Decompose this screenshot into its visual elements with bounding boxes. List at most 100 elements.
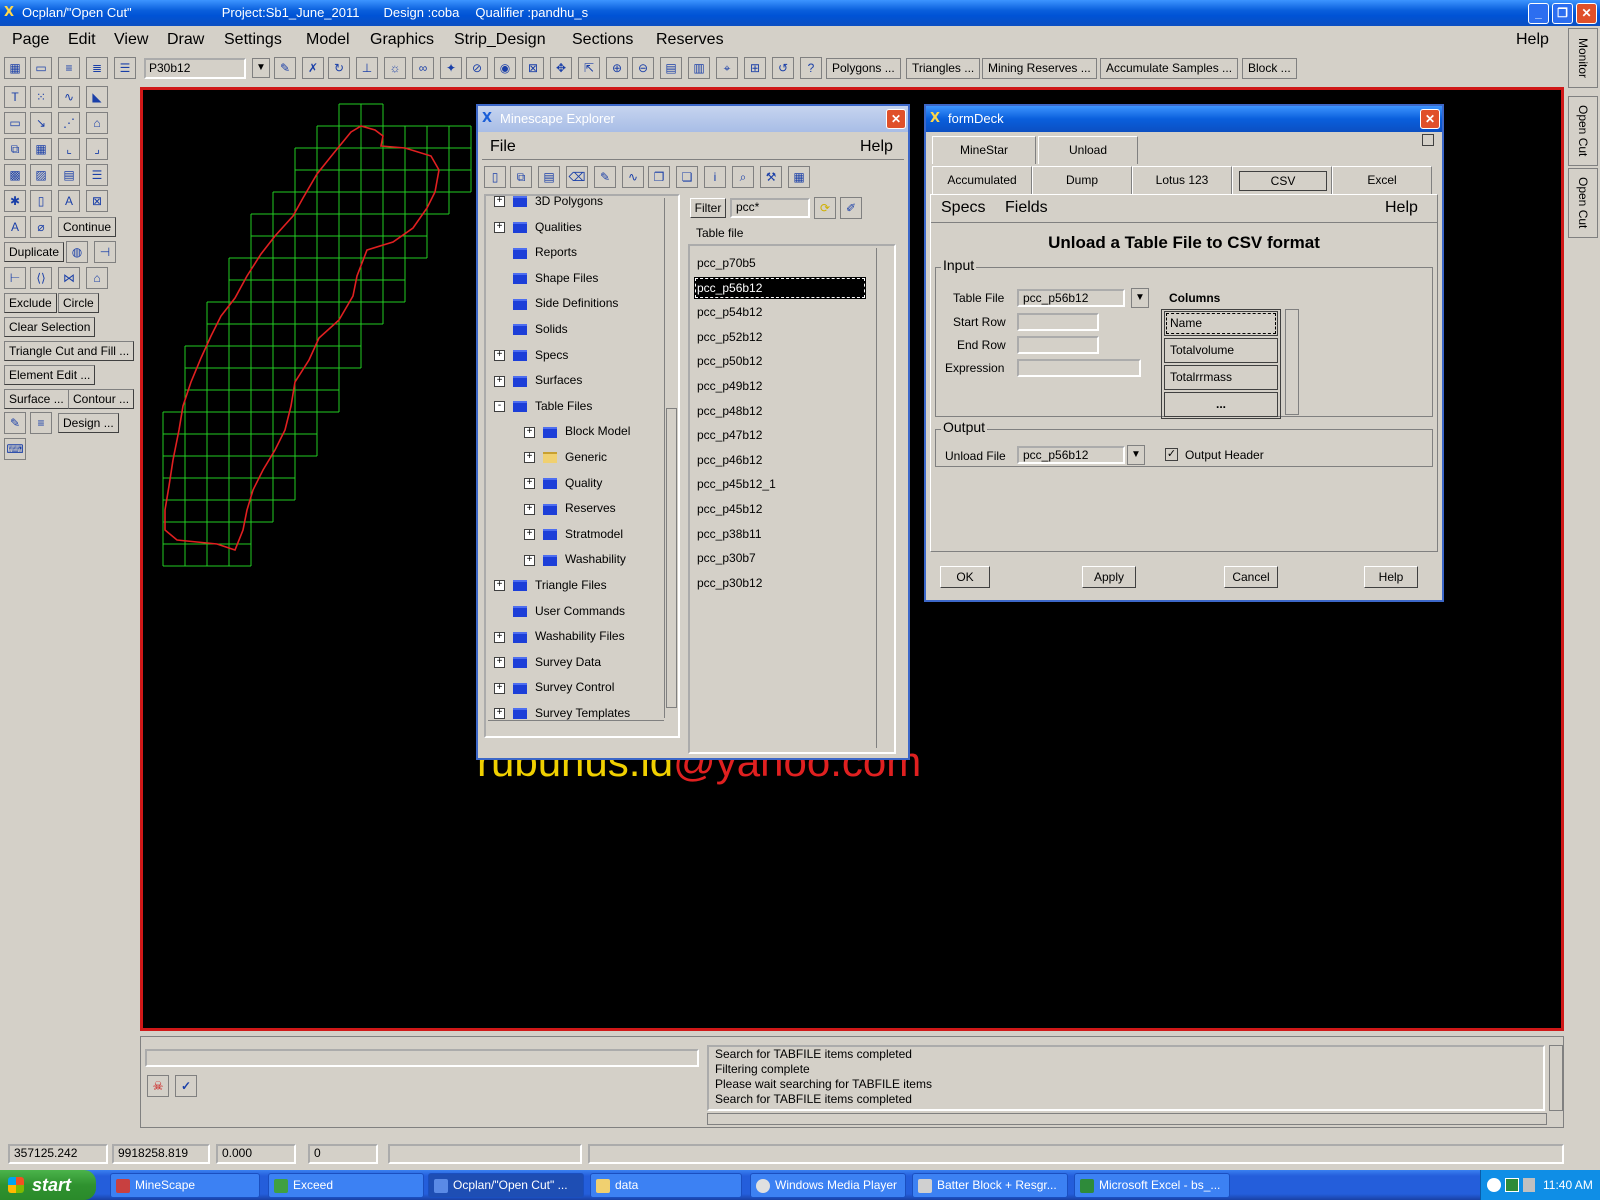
tree-item[interactable]: + Survey Control	[494, 680, 614, 694]
house-tool-icon[interactable]: ⌂	[86, 267, 108, 289]
layer-combo-dropdown-icon[interactable]: ▼	[252, 58, 270, 78]
columns-list[interactable]: Name Totalvolume Totalrrmass ...	[1161, 309, 1281, 419]
filter-button[interactable]: Filter	[690, 198, 726, 218]
tree-item[interactable]: + Survey Data	[494, 655, 601, 669]
explorer-tree[interactable]: +3D Polygons + Qualities Reports Shape Files…	[484, 194, 680, 738]
chart-file-icon[interactable]: ∿	[622, 166, 644, 188]
new-file-icon[interactable]: ▯	[484, 166, 506, 188]
table-file-input[interactable]: pcc_p56b12	[1017, 289, 1125, 307]
trim-tool-icon[interactable]: ⊢	[4, 267, 26, 289]
menu-view[interactable]: View	[114, 31, 148, 49]
table-file-item[interactable]: pcc_p45b12_1	[694, 473, 866, 495]
fill-tool-icon[interactable]: ◣	[86, 86, 108, 108]
exclude-button[interactable]: Exclude	[4, 293, 57, 313]
tree-item[interactable]: Reports	[494, 245, 577, 259]
pattern-tool-icon[interactable]: ▨	[30, 164, 52, 186]
tree-expander-icon[interactable]: +	[494, 708, 505, 720]
minimize-button[interactable]: _	[1528, 3, 1549, 24]
tree-expander-icon[interactable]: +	[524, 426, 535, 438]
open-folder-icon[interactable]: ▭	[30, 57, 52, 79]
font-tool-icon[interactable]: A	[58, 190, 80, 212]
circle-button[interactable]: Circle	[58, 293, 99, 313]
triangles-button[interactable]: Triangles ...	[906, 58, 981, 79]
layer-list-icon[interactable]: ☰	[114, 57, 136, 79]
tree-expander-icon[interactable]: +	[494, 682, 505, 694]
split-tool-icon[interactable]: ⊣	[94, 241, 116, 263]
explorer-close-button[interactable]: ✕	[886, 109, 906, 129]
continue-button[interactable]: Continue	[58, 217, 117, 237]
surface-button[interactable]: Surface ...	[4, 389, 69, 409]
corner2-tool-icon[interactable]: ⌟	[86, 138, 108, 160]
tree-item[interactable]: Solids	[494, 322, 568, 336]
side-tab-monitor[interactable]: Monitor	[1568, 28, 1598, 88]
tree-expander-icon[interactable]: +	[494, 580, 505, 592]
table-file-item[interactable]: pcc_p52b12	[694, 326, 866, 348]
tree-expander-icon[interactable]: +	[524, 529, 535, 541]
eye-icon[interactable]: ◉	[494, 57, 516, 79]
tree-expander-icon[interactable]: +	[494, 375, 505, 387]
tree-item[interactable]: Side Definitions	[494, 296, 618, 310]
triangle-cut-fill-button[interactable]: Triangle Cut and Fill ...	[4, 341, 135, 361]
zoom-out-icon[interactable]: ⊖	[632, 57, 654, 79]
tree-vertical-scrollbar[interactable]	[664, 198, 678, 718]
mining-reserves-button[interactable]: Mining Reserves ...	[982, 58, 1097, 79]
apply-filter-icon[interactable]: ⟳	[814, 197, 836, 219]
explorer-menu-file[interactable]: File	[490, 138, 516, 156]
globe-tool-icon[interactable]: ◍	[66, 241, 88, 263]
tree-expander-icon[interactable]: +	[494, 196, 505, 208]
fit-icon[interactable]: ⊠	[522, 57, 544, 79]
side-tab-open-cut-2[interactable]: Open Cut	[1568, 168, 1598, 238]
formdeck-pin-icon[interactable]	[1422, 134, 1434, 146]
table-tool-icon[interactable]: ▤	[58, 164, 80, 186]
measure-icon[interactable]: ⌖	[716, 57, 738, 79]
task-microsoft-excel[interactable]: Microsoft Excel - bs_...	[1074, 1173, 1230, 1198]
table-file-item[interactable]: pcc_p50b12	[694, 350, 866, 372]
task-data-folder[interactable]: data	[590, 1173, 742, 1198]
erase-icon[interactable]: ✗	[302, 57, 324, 79]
output-header-checkbox[interactable]: ✓	[1165, 448, 1178, 461]
file-list-scrollbar[interactable]	[876, 248, 890, 748]
duplicate-button[interactable]: Duplicate	[4, 242, 65, 262]
expression-input[interactable]	[1017, 359, 1141, 377]
contour-button[interactable]: Contour ...	[68, 389, 135, 409]
menu-settings[interactable]: Settings	[224, 31, 282, 49]
table-file-item[interactable]: pcc_p48b12	[694, 400, 866, 422]
hide-icon[interactable]: ⊘	[466, 57, 488, 79]
lines-tool-icon[interactable]: ☰	[86, 164, 108, 186]
menu-edit[interactable]: Edit	[68, 31, 96, 49]
element-edit-button[interactable]: Element Edit ...	[4, 365, 96, 385]
column-item[interactable]: Name	[1164, 311, 1278, 336]
block-button[interactable]: Block ...	[1242, 58, 1297, 79]
palette-tool-icon[interactable]: ✎	[4, 412, 26, 434]
network-icon[interactable]	[1487, 1178, 1501, 1192]
sub-menu-help[interactable]: Help	[1385, 199, 1418, 217]
edit-file-icon[interactable]: ✎	[594, 166, 616, 188]
table-file-item[interactable]: pcc_p38b11	[694, 523, 866, 545]
find-icon[interactable]: ⌕	[732, 166, 754, 188]
columns-scrollbar[interactable]	[1285, 309, 1299, 415]
tree-expander-icon[interactable]: +	[524, 554, 535, 566]
tree-expander-icon[interactable]: +	[494, 631, 505, 643]
glasses-icon[interactable]: ∞	[412, 57, 434, 79]
light-icon[interactable]: ☼	[384, 57, 406, 79]
brush-tool-icon[interactable]: ⌀	[30, 216, 52, 238]
points-tool-icon[interactable]: ⁙	[30, 86, 52, 108]
grid-tool-icon[interactable]: ▦	[30, 138, 52, 160]
delete-file-icon[interactable]: ⌫	[566, 166, 588, 188]
layers-red-icon[interactable]: ≣	[86, 57, 108, 79]
tree-item[interactable]: + Washability Files	[494, 629, 625, 643]
tree-expander-icon[interactable]: +	[494, 349, 505, 361]
map-icon[interactable]: ▦	[4, 57, 26, 79]
star-tool-icon[interactable]: ✱	[4, 190, 26, 212]
task-batter-block[interactable]: Batter Block + Resgr...	[912, 1173, 1068, 1198]
volume-icon[interactable]	[1523, 1178, 1535, 1192]
help-button[interactable]: Help	[1364, 566, 1418, 588]
tab-lotus-123[interactable]: Lotus 123	[1132, 166, 1232, 194]
accumulate-samples-button[interactable]: Accumulate Samples ...	[1100, 58, 1239, 79]
tree-expander-icon[interactable]: +	[524, 477, 535, 489]
tree-horizontal-scrollbar[interactable]	[488, 720, 664, 734]
pencil-icon[interactable]: ✎	[274, 57, 296, 79]
table-file-dropdown-icon[interactable]: ▼	[1131, 288, 1149, 308]
apply-button[interactable]: Apply	[1082, 566, 1136, 588]
table-file-item[interactable]: pcc_p45b12	[694, 498, 866, 520]
